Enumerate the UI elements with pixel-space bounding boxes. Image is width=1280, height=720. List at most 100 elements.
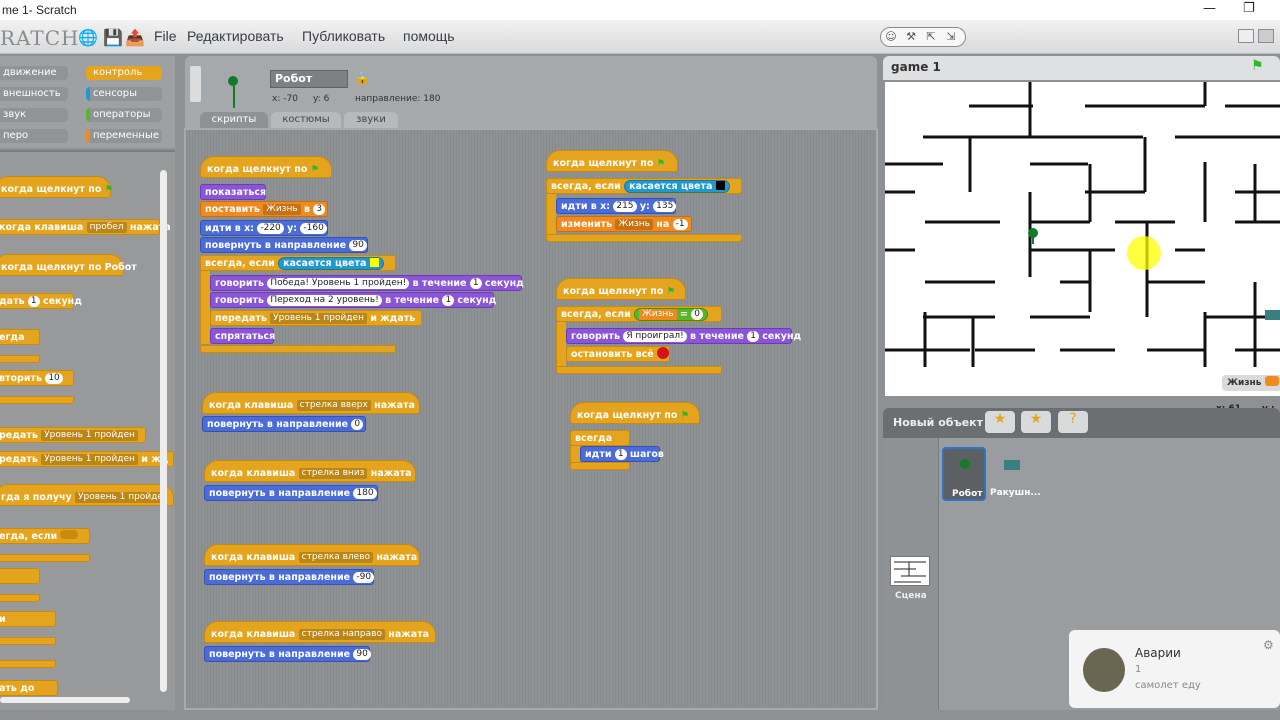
value-input[interactable]: 0	[691, 309, 703, 320]
direction-input[interactable]: 180	[353, 488, 377, 499]
secs-input[interactable]: 1	[469, 278, 482, 289]
palette-broadcast-block[interactable]: редать Уровень 1 пройден	[0, 427, 146, 443]
save-icon[interactable]: 💾	[103, 28, 123, 47]
when-flag-hat[interactable]: когда щелкнут по ⚑	[546, 150, 678, 172]
palette-when-sprite-clicked-block[interactable]: когда щелкнут по Робот	[0, 254, 137, 276]
key-dropdown[interactable]: стрелка направо	[298, 629, 385, 640]
palette-if-block[interactable]	[0, 568, 40, 584]
message-input[interactable]: Я проиграл!	[623, 331, 687, 342]
palette-when-key-block[interactable]: когда клавиша пробел нажата	[0, 219, 171, 235]
direction-input[interactable]: 0	[351, 419, 364, 430]
wait-input[interactable]: 1	[27, 296, 40, 307]
share-icon[interactable]: 📤	[125, 28, 145, 47]
maximize-icon[interactable]: ❐	[1243, 1, 1255, 16]
random-sprite-icon[interactable]: ?	[1058, 411, 1088, 433]
green-flag-icon[interactable]: ⚑	[1251, 58, 1264, 74]
palette-repeat-block[interactable]: вторить 10	[0, 370, 74, 386]
bool-slot[interactable]	[60, 530, 79, 539]
choose-sprite-icon[interactable]: ★	[1021, 411, 1051, 433]
sprite-card-robot[interactable]: Робот	[942, 447, 986, 501]
sprite-name-field[interactable]: Робот	[270, 70, 348, 88]
stage[interactable]	[885, 82, 1280, 396]
delete-icon[interactable]: ⚒	[901, 28, 921, 46]
forever-if-block[interactable]: всегда, если Жизнь = 0	[556, 306, 722, 322]
shrink-icon[interactable]: ⇲	[941, 28, 961, 46]
y-input[interactable]: 135	[653, 201, 677, 212]
goto-xy-block[interactable]: идти в x: 215 y: 135	[556, 198, 677, 214]
category-sensing[interactable]: сенсоры	[86, 87, 162, 101]
forever-if-block[interactable]: всегда, если касается цвета	[200, 255, 396, 271]
direction-input[interactable]: -90	[353, 572, 375, 583]
rotation-style-buttons[interactable]	[190, 66, 201, 102]
message-input[interactable]: Переход на 2 уровень!	[267, 295, 382, 306]
forever-block[interactable]: всегда	[570, 430, 630, 446]
variable-reporter[interactable]: Жизнь	[639, 309, 677, 320]
variable-monitor[interactable]: Жизнь	[1222, 375, 1280, 391]
key-dropdown[interactable]: стрелка влево	[298, 552, 374, 563]
menu-file[interactable]: File	[154, 28, 177, 44]
value-input[interactable]: -1	[672, 219, 688, 230]
broadcast-wait-block[interactable]: передать Уровень 1 пройден и ждать	[210, 310, 422, 326]
steps-input[interactable]: 1	[614, 449, 627, 460]
menu-publish[interactable]: Публиковать	[302, 28, 385, 44]
menu-help[interactable]: помощь	[403, 28, 455, 44]
x-input[interactable]: 215	[613, 201, 637, 212]
x-input[interactable]: -220	[257, 223, 284, 234]
palette-wait-until-block[interactable]: ать до	[0, 680, 58, 696]
category-pen[interactable]: перо	[0, 129, 68, 143]
touching-color-block[interactable]: касается цвета	[624, 180, 730, 193]
category-looks[interactable]: внешность	[0, 87, 68, 101]
small-stage-button[interactable]	[1238, 29, 1254, 43]
paint-sprite-icon[interactable]: ★	[985, 411, 1015, 433]
message-dropdown[interactable]: Уровень 1 пройден	[41, 430, 138, 441]
move-steps-block[interactable]: идти 1 шагов	[580, 446, 664, 462]
color-swatch[interactable]	[369, 258, 379, 267]
palette-forever-if-block[interactable]: егда, если	[0, 528, 90, 544]
when-key-down-hat[interactable]: когда клавиша стрелка вниз нажата	[204, 460, 416, 482]
point-direction-block[interactable]: повернуть в направление -90	[204, 569, 375, 585]
sprite-card-ship[interactable]: Ракушн...	[990, 450, 1041, 500]
menu-edit[interactable]: Редактировать	[187, 28, 284, 44]
message-input[interactable]: Победа! Уровень 1 пройден!	[267, 278, 410, 289]
when-flag-hat[interactable]: когда щелкнут по ⚑	[556, 278, 686, 300]
message-dropdown[interactable]: Уровень 1 пройде	[75, 492, 166, 503]
presentation-mode-button[interactable]	[1258, 29, 1274, 43]
repeat-input[interactable]: 10	[45, 373, 63, 384]
gear-icon[interactable]: ⚙	[1263, 638, 1274, 652]
stage-thumbnail[interactable]	[890, 556, 930, 586]
lock-icon[interactable]: 🔒	[355, 71, 370, 85]
when-key-right-hat[interactable]: когда клавиша стрелка направо нажата	[204, 621, 436, 643]
tab-sounds[interactable]: звуки	[344, 112, 398, 128]
palette-when-receive-block[interactable]: гда я получу Уровень 1 пройде	[0, 484, 174, 506]
category-operators[interactable]: операторы	[86, 108, 162, 122]
point-direction-block[interactable]: повернуть в направление 180	[204, 485, 378, 501]
notification-toast[interactable]: Аварии 1 самолет еду ⚙	[1069, 630, 1280, 708]
key-dropdown[interactable]: пробел	[86, 222, 127, 233]
variable-dropdown[interactable]: Жизнь	[263, 204, 301, 215]
equals-block[interactable]: Жизнь = 0	[634, 308, 708, 321]
category-variables[interactable]: переменные	[86, 129, 162, 143]
touching-color-block[interactable]: касается цвета	[278, 257, 384, 270]
point-direction-block[interactable]: повернуть в направление 90	[204, 646, 371, 662]
minimize-icon[interactable]: —	[1203, 1, 1216, 16]
stop-all-block[interactable]: остановить всё	[566, 346, 670, 362]
say-for-secs-block[interactable]: говорить Переход на 2 уровень! в течение…	[210, 292, 496, 308]
tab-scripts[interactable]: скрипты	[200, 112, 268, 128]
when-key-up-hat[interactable]: когда клавиша стрелка вверх нажата	[202, 392, 420, 414]
when-flag-hat[interactable]: когда щелкнут по ⚑	[200, 156, 332, 178]
color-swatch[interactable]	[715, 181, 725, 190]
palette-wait-block[interactable]: дать 1 секунд	[0, 293, 82, 309]
say-for-secs-block[interactable]: говорить Победа! Уровень 1 пройден! в те…	[210, 275, 524, 291]
goto-xy-block[interactable]: идти в x: -220 y: -160	[200, 220, 328, 236]
direction-input[interactable]: 90	[353, 649, 371, 660]
when-key-left-hat[interactable]: когда клавиша стрелка влево нажата	[204, 544, 420, 566]
point-direction-block[interactable]: повернуть в направление 90	[200, 237, 368, 253]
duplicate-icon[interactable]: ☺	[881, 28, 901, 46]
point-direction-block[interactable]: повернуть в направление 0	[202, 416, 366, 432]
category-motion[interactable]: движение	[0, 66, 68, 80]
say-for-secs-block[interactable]: говорить Я проиграл! в течение 1 секунд	[566, 328, 801, 344]
when-flag-hat[interactable]: когда щелкнут по ⚑	[570, 402, 700, 424]
globe-icon[interactable]: 🌐	[78, 28, 98, 47]
palette-forever-block[interactable]: егда	[0, 329, 40, 345]
change-variable-block[interactable]: изменить Жизнь на -1	[556, 216, 692, 232]
